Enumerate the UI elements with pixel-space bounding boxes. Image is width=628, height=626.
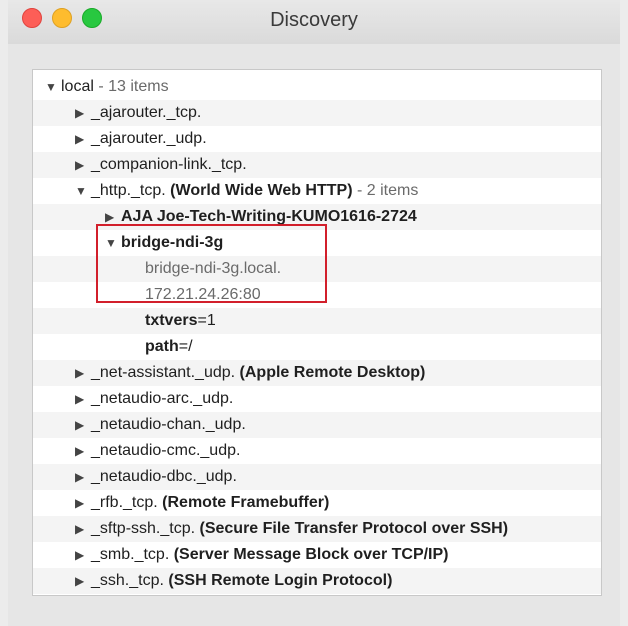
disclosure-collapsed-icon[interactable]: ▶	[75, 439, 91, 465]
disclosure-collapsed-icon[interactable]: ▶	[75, 517, 91, 543]
row-description: (Server Message Block over TCP/IP)	[173, 546, 449, 563]
row-description: (Remote Framebuffer)	[162, 494, 330, 511]
tree-row[interactable]: ▶ _net-assistant._udp. (Apple Remote Desk…	[33, 360, 601, 386]
row-description: (World Wide Web HTTP)	[170, 182, 353, 199]
tree-row-txt-record[interactable]: txtvers=1	[33, 308, 601, 334]
disclosure-collapsed-icon[interactable]: ▶	[75, 153, 91, 179]
tree-row[interactable]: ▶ _netaudio-arc._udp.	[33, 386, 601, 412]
row-name: _net-assistant._udp.	[91, 364, 236, 381]
row-name: local	[61, 78, 94, 95]
row-name: bridge-ndi-3g	[121, 234, 224, 251]
disclosure-collapsed-icon[interactable]: ▶	[75, 569, 91, 595]
row-name: _smb._tcp.	[91, 546, 170, 563]
services-tree: ▼ local - 13 items ▶ _ajarouter._tcp. ▶ _aj…	[32, 69, 602, 596]
row-name: _http._tcp.	[91, 182, 166, 199]
row-name: _ssh._tcp.	[91, 572, 164, 589]
disclosure-collapsed-icon[interactable]: ▶	[75, 413, 91, 439]
tree-row-http[interactable]: ▼ _http._tcp. (World Wide Web HTTP) - 2 i…	[33, 178, 601, 204]
discovery-window: Discovery ▼ local - 13 items ▶ _ajarouter.…	[8, 0, 620, 626]
disclosure-expanded-icon[interactable]: ▼	[45, 75, 61, 101]
row-name: _netaudio-chan._udp.	[91, 416, 246, 433]
row-name: _rfb._tcp.	[91, 494, 158, 511]
row-name: _companion-link._tcp.	[91, 156, 247, 173]
row-description: (SSH Remote Login Protocol)	[168, 572, 393, 589]
row-value: 172.21.24.26:80	[145, 286, 261, 303]
txt-value: =/	[178, 338, 193, 355]
disclosure-expanded-icon[interactable]: ▼	[105, 231, 121, 257]
row-name: _sftp-ssh._tcp.	[91, 520, 196, 537]
row-count: - 2 items	[352, 182, 419, 199]
tree-row[interactable]: ▶ _smb._tcp. (Server Message Block over T…	[33, 542, 601, 568]
tree-row[interactable]: ▶ _ajarouter._tcp.	[33, 100, 601, 126]
disclosure-collapsed-icon[interactable]: ▶	[75, 491, 91, 517]
txt-value: =1	[197, 312, 216, 329]
tree-row-hostname[interactable]: bridge-ndi-3g.local.	[33, 256, 601, 282]
disclosure-collapsed-icon[interactable]: ▶	[75, 543, 91, 569]
disclosure-expanded-icon[interactable]: ▼	[75, 179, 91, 205]
window-title: Discovery	[270, 9, 358, 31]
tree-row[interactable]: ▶ _ajarouter._udp.	[33, 126, 601, 152]
tree-row[interactable]: ▶ _companion-link._tcp.	[33, 152, 601, 178]
tree-row[interactable]: ▶ _sftp-ssh._tcp. (Secure File Transfer P…	[33, 516, 601, 542]
txt-key: txtvers	[145, 312, 198, 329]
row-description: (Apple Remote Desktop)	[239, 364, 426, 381]
tree-row-txt-record[interactable]: path=/	[33, 334, 601, 360]
tree-row-bridge-ndi[interactable]: ▼ bridge-ndi-3g	[33, 230, 601, 256]
tree-row[interactable]: ▶ _rfb._tcp. (Remote Framebuffer)	[33, 490, 601, 516]
row-name: _ajarouter._tcp.	[91, 104, 202, 121]
txt-key: path	[145, 338, 179, 355]
disclosure-collapsed-icon[interactable]: ▶	[105, 205, 121, 231]
row-name: _netaudio-arc._udp.	[91, 390, 234, 407]
disclosure-collapsed-icon[interactable]: ▶	[75, 101, 91, 127]
tree-row-local[interactable]: ▼ local - 13 items	[33, 74, 601, 100]
title-bar: Discovery	[8, 0, 620, 44]
tree-row-address[interactable]: 172.21.24.26:80	[33, 282, 601, 308]
row-name: _netaudio-cmc._udp.	[91, 442, 241, 459]
tree-row[interactable]: ▶ _ssh._tcp. (SSH Remote Login Protocol)	[33, 568, 601, 594]
disclosure-collapsed-icon[interactable]: ▶	[75, 387, 91, 413]
tree-row[interactable]: ▶ _netaudio-chan._udp.	[33, 412, 601, 438]
row-name: AJA Joe-Tech-Writing-KUMO1616-2724	[121, 208, 417, 225]
tree-row-aja-device[interactable]: ▶ AJA Joe-Tech-Writing-KUMO1616-2724	[33, 204, 601, 230]
row-name: _ajarouter._udp.	[91, 130, 207, 147]
tree-row[interactable]: ▶ _netaudio-dbc._udp.	[33, 464, 601, 490]
row-description: (Secure File Transfer Protocol over SSH)	[199, 520, 509, 537]
row-count: - 13 items	[93, 78, 169, 95]
tree-row[interactable]: ▶ _netaudio-cmc._udp.	[33, 438, 601, 464]
disclosure-collapsed-icon[interactable]: ▶	[75, 127, 91, 153]
disclosure-collapsed-icon[interactable]: ▶	[75, 361, 91, 387]
disclosure-collapsed-icon[interactable]: ▶	[75, 465, 91, 491]
row-name: _netaudio-dbc._udp.	[91, 468, 237, 485]
row-value: bridge-ndi-3g.local.	[145, 260, 282, 277]
